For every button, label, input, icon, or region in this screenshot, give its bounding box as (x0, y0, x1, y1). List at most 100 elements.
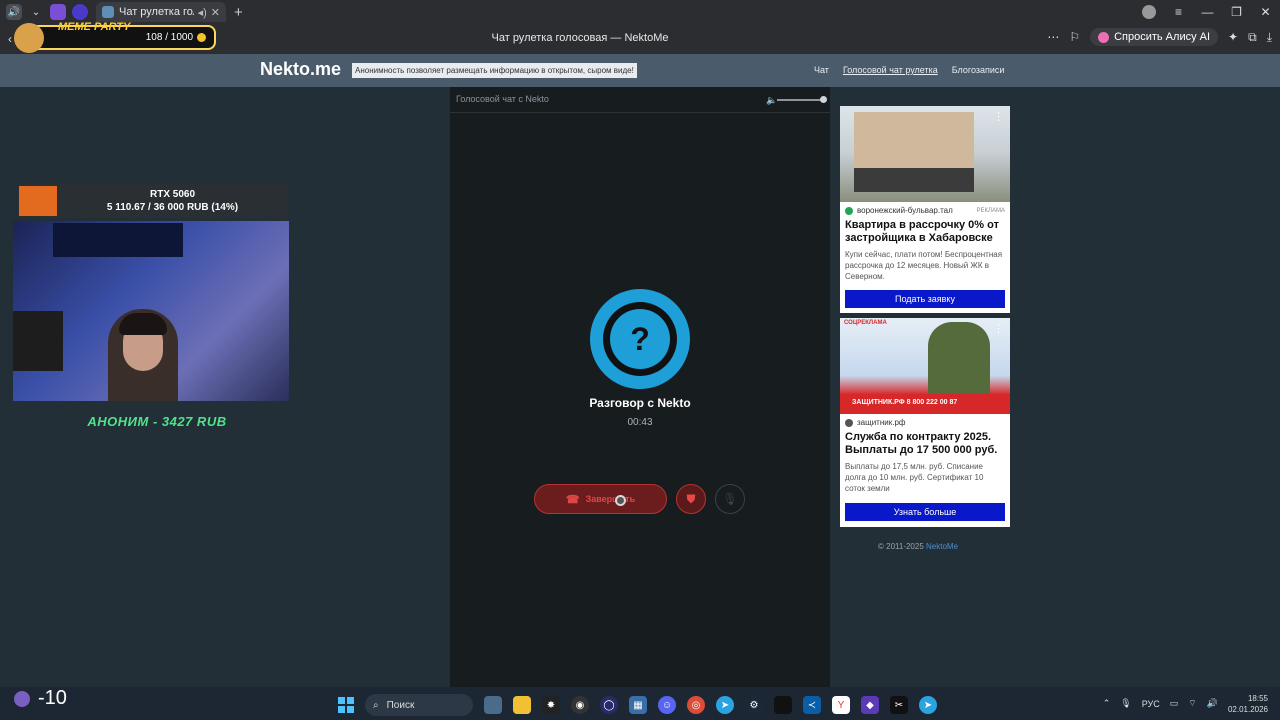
more-icon[interactable]: ⋯ (1047, 30, 1059, 44)
yandex-browser-icon[interactable]: Y (832, 696, 850, 714)
app-icon[interactable]: ✸ (542, 696, 560, 714)
chevron-down-icon[interactable]: ⌄ (28, 4, 44, 20)
menu-icon[interactable]: ≡ (1164, 5, 1193, 19)
taskbar-search[interactable]: ⌕ Поиск (365, 694, 473, 716)
mic-button[interactable]: 🎙 (715, 484, 745, 514)
monitor-icon[interactable]: ▭ (1170, 698, 1179, 709)
ad-apartment[interactable]: ⋮ воронежский-бульвар.тал РЕКЛАМА Кварти… (840, 106, 1010, 313)
chrome-icon[interactable]: ◎ (687, 696, 705, 714)
telegram2-icon[interactable]: ➤ (919, 696, 937, 714)
restore-button[interactable]: ❐ (1222, 5, 1251, 19)
ad-apply-button[interactable]: Подать заявку (845, 290, 1005, 308)
bookmark-icon[interactable]: ⚐ (1069, 30, 1080, 44)
search-icon: ⌕ (373, 699, 379, 711)
ad-menu-icon[interactable]: ⋮ (993, 110, 1004, 123)
microphone-tray-icon[interactable]: 🎙 (1120, 698, 1131, 709)
shield-icon: ⛊ (686, 491, 696, 506)
phone-hangup-icon: ☎ (565, 493, 580, 506)
search-placeholder: Поиск (386, 699, 415, 711)
donation-alert: АНОНИМ - 3427 RUB (87, 414, 227, 429)
extensions-icon[interactable]: ✦ (1228, 30, 1238, 44)
ad-tag: РЕКЛАМА (976, 207, 1005, 214)
close-window-button[interactable]: ✕ (1251, 5, 1280, 19)
ad-learn-more-button[interactable]: Узнать больше (845, 503, 1005, 521)
vscode-icon[interactable]: ≺ (803, 696, 821, 714)
tab-audio-icon[interactable]: ◂) (198, 6, 207, 19)
weather-widget[interactable]: -10 (14, 688, 67, 710)
twitch-tab-icon[interactable] (50, 4, 66, 20)
microphone-icon: 🎙 (722, 492, 738, 506)
new-tab-button[interactable]: + (234, 4, 243, 21)
clock-date: 02.01.2026 (1227, 704, 1268, 714)
app3-icon[interactable]: ◆ (861, 696, 879, 714)
site-logo[interactable]: Nekto.me (260, 59, 341, 80)
chat-header-title: Голосовой чат с Nekto (456, 94, 549, 104)
file-explorer-icon[interactable] (513, 696, 531, 714)
pinned-tab-icon[interactable] (72, 4, 88, 20)
downloads-icon[interactable]: ⤓ (1267, 30, 1272, 45)
nav-voice-chat[interactable]: Голосовой чат рулетка (843, 65, 938, 75)
app2-icon[interactable] (774, 696, 792, 714)
call-timer: 00:43 (627, 417, 653, 428)
temperature: -10 (38, 687, 67, 709)
ad-title: Квартира в рассрочку 0% от застройщика в… (845, 219, 999, 244)
donation-goal: RTX 5060 5 110.67 / 36 000 RUB (14%) (18, 184, 288, 218)
footer-link[interactable]: NektoMe (926, 542, 958, 551)
volume-tray-icon[interactable]: 🔊 (1207, 698, 1218, 709)
wall-poster (53, 223, 183, 257)
system-tray: ⌃ 🎙 РУС ▭ ⌔ 🔊 18:55 02.01.2026 (1103, 687, 1280, 720)
ad-source-icon (845, 418, 853, 427)
nav-chat[interactable]: Чат (814, 65, 829, 75)
capcut-icon[interactable]: ✂ (890, 696, 908, 714)
end-call-label: Завершить (585, 494, 636, 504)
ad-contract-service[interactable]: СОЦРЕКЛАМА ЗАЩИТНИК.РФ 8 800 222 00 87 ⋮… (840, 318, 1010, 527)
address-bar: ‹ MEME PARTY 108 / 1000 Чат рулетка голо… (0, 21, 1280, 54)
language-indicator[interactable]: РУС (1142, 699, 1160, 709)
ad-image-building: ⋮ (840, 106, 1010, 202)
task-view-icon[interactable] (484, 696, 502, 714)
tab-active[interactable]: Чат рулетка голосов ◂) ✕ (96, 2, 226, 22)
ad-source: воронежский-бульвар.тал (857, 206, 953, 215)
volume-icon[interactable]: 🔈 (766, 95, 777, 106)
goal-progress-fill (19, 186, 57, 216)
ad-source-icon (845, 206, 853, 215)
copyright-text: © 2011-2025 (878, 542, 924, 551)
nav-blog[interactable]: Блогозаписи (952, 65, 1005, 75)
anonymity-notice: Анонимность позволяет размещать информац… (352, 63, 637, 78)
chevron-up-icon[interactable]: ⌃ (1103, 698, 1111, 709)
volume-slider[interactable] (777, 99, 823, 101)
volume-slider-knob[interactable] (820, 96, 827, 103)
voice-chat-panel: Голосовой чат с Nekto 🔈 ? Разговор с Nek… (450, 87, 830, 687)
end-call-button[interactable]: ☎ Завершить (534, 484, 667, 514)
collections-icon[interactable]: ⧉ (1248, 30, 1257, 45)
ad-description: Купи сейчас, плати потом! Беспроцентная … (845, 250, 1003, 281)
steam-icon[interactable]: ⚙ (745, 696, 763, 714)
report-button[interactable]: ⛊ (676, 484, 706, 514)
question-mark-icon: ? (610, 309, 670, 369)
obs-icon[interactable]: ◉ (571, 696, 589, 714)
start-button[interactable] (338, 697, 354, 713)
discord-icon[interactable]: ☺ (658, 696, 676, 714)
store-icon[interactable]: ▦ (629, 696, 647, 714)
site-header: Nekto.me Анонимность позволяет размещать… (0, 54, 1280, 87)
minimize-button[interactable]: — (1193, 5, 1222, 19)
profile-avatar[interactable] (1142, 5, 1156, 19)
chat-header: Голосовой чат с Nekto 🔈 (450, 87, 830, 113)
ad-menu-icon[interactable]: ⋮ (993, 322, 1004, 335)
conversation-title: Разговор с Nekto (589, 396, 691, 410)
ad-title: Служба по контракту 2025. Выплаты до 17 … (845, 431, 998, 456)
alisa-icon (1098, 31, 1110, 43)
ad-banner-text: ЗАЩИТНИК.РФ 8 800 222 00 87 (840, 394, 1010, 414)
ask-alisa-button[interactable]: Спросить Алису AI (1090, 28, 1219, 46)
site-nav: Чат Голосовой чат рулетка Блогозаписи (814, 65, 1004, 75)
browser-app-icon[interactable]: ◯ (600, 696, 618, 714)
desk (13, 311, 63, 371)
mouse-cursor (615, 495, 626, 506)
page-title: Чат рулетка голосовая — NektoMe (491, 32, 669, 44)
sound-icon[interactable]: 🔊 (6, 4, 22, 20)
tab-close-icon[interactable]: ✕ (211, 6, 220, 19)
telegram-icon[interactable]: ➤ (716, 696, 734, 714)
network-icon[interactable]: ⌔ (1188, 698, 1196, 709)
clock[interactable]: 18:55 02.01.2026 (1228, 693, 1268, 715)
goal-title: RTX 5060 (149, 189, 196, 200)
